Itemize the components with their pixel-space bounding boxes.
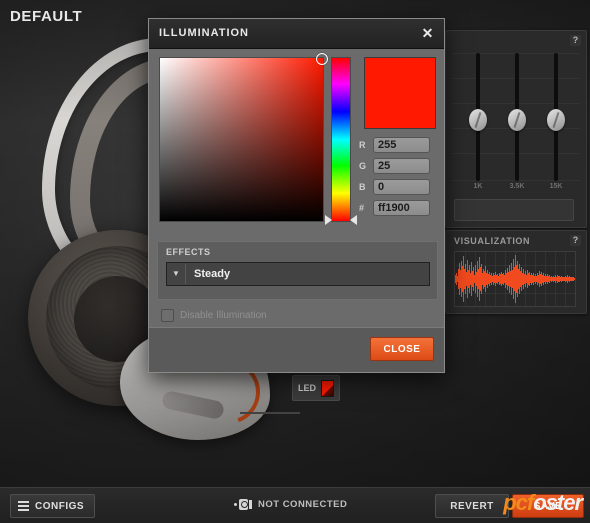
usb-disconnected-icon: [234, 498, 252, 511]
illumination-dialog: ILLUMINATION ✕ R G: [148, 18, 445, 373]
application-window: DEFAULT ? 1K 3.5K 15K VISUALIZATION ? LE…: [0, 0, 590, 523]
saturation-value-square[interactable]: [159, 53, 328, 222]
field-row-hex: #: [359, 200, 430, 216]
configs-button-label: CONFIGS: [35, 500, 85, 512]
red-label: R: [359, 140, 366, 150]
blue-label: B: [359, 182, 366, 192]
connection-status-label: NOT CONNECTED: [258, 499, 348, 510]
waveform-bar: [575, 277, 576, 282]
effects-section: EFFECTS ▼ Steady: [157, 241, 438, 300]
field-row-blue: B: [359, 179, 430, 195]
equalizer-slider-2[interactable]: [504, 53, 530, 181]
color-picker-area: R G B #: [149, 49, 444, 263]
disable-illumination-label: Disable Illumination: [180, 310, 267, 321]
hue-slider[interactable]: [325, 57, 357, 225]
equalizer-slider-1[interactable]: [465, 53, 491, 181]
equalizer-readout: [454, 199, 574, 221]
slider-knob[interactable]: [508, 109, 526, 131]
green-input[interactable]: [373, 158, 430, 174]
configs-button[interactable]: CONFIGS: [10, 494, 96, 518]
blue-input[interactable]: [373, 179, 430, 195]
close-button-label: CLOSE: [383, 343, 421, 355]
equalizer-band-label-2: 3.5K: [509, 183, 525, 190]
dialog-titlebar: ILLUMINATION ✕: [149, 19, 444, 49]
disable-illumination-row[interactable]: Disable Illumination: [161, 309, 267, 322]
dialog-footer: CLOSE: [149, 327, 444, 372]
hex-input[interactable]: [373, 200, 430, 216]
equalizer-band-label-3: 15K: [549, 183, 563, 190]
field-row-green: G: [359, 158, 430, 174]
color-value-fields: R G B #: [359, 137, 430, 221]
green-label: G: [359, 161, 367, 171]
save-button-label: SAVE: [533, 500, 563, 512]
effects-selected-value: Steady: [194, 268, 231, 280]
led-label: LED: [298, 383, 316, 393]
led-callout[interactable]: LED: [292, 375, 340, 401]
dialog-title: ILLUMINATION: [159, 27, 250, 39]
red-input[interactable]: [373, 137, 430, 153]
bottom-toolbar: CONFIGS NOT CONNECTED REVERT SAVE pcfost…: [0, 487, 590, 523]
list-icon: [18, 499, 29, 513]
visualization-title: VISUALIZATION: [454, 236, 531, 246]
connection-status: NOT CONNECTED: [234, 498, 347, 511]
hue-marker-right: [350, 215, 357, 225]
close-icon[interactable]: ✕: [419, 25, 436, 42]
equalizer-slider-3[interactable]: [543, 53, 569, 181]
waveform-display: [454, 251, 576, 307]
color-preview-swatch: [364, 57, 436, 129]
save-button[interactable]: SAVE: [512, 494, 584, 518]
sv-cursor[interactable]: [316, 53, 328, 65]
effects-section-label: EFFECTS: [166, 247, 211, 257]
equalizer-band-label-1: 1K: [473, 183, 483, 190]
hex-label: #: [359, 203, 365, 213]
revert-button-label: REVERT: [450, 500, 494, 512]
help-icon[interactable]: ?: [570, 35, 581, 46]
led-color-swatch[interactable]: [321, 379, 334, 397]
visualization-panel: VISUALIZATION ?: [445, 230, 587, 314]
caret-down-icon: ▼: [167, 264, 186, 284]
page-title: DEFAULT: [10, 8, 83, 25]
slider-knob[interactable]: [547, 109, 565, 131]
help-icon[interactable]: ?: [570, 235, 581, 246]
field-row-red: R: [359, 137, 430, 153]
slider-knob[interactable]: [469, 109, 487, 131]
disable-illumination-checkbox[interactable]: [161, 309, 174, 322]
close-button[interactable]: CLOSE: [370, 337, 434, 361]
effects-dropdown[interactable]: ▼ Steady: [166, 262, 430, 286]
revert-button[interactable]: REVERT: [435, 494, 509, 518]
hue-marker-left: [325, 215, 332, 225]
equalizer-panel: ? 1K 3.5K 15K: [445, 30, 587, 228]
